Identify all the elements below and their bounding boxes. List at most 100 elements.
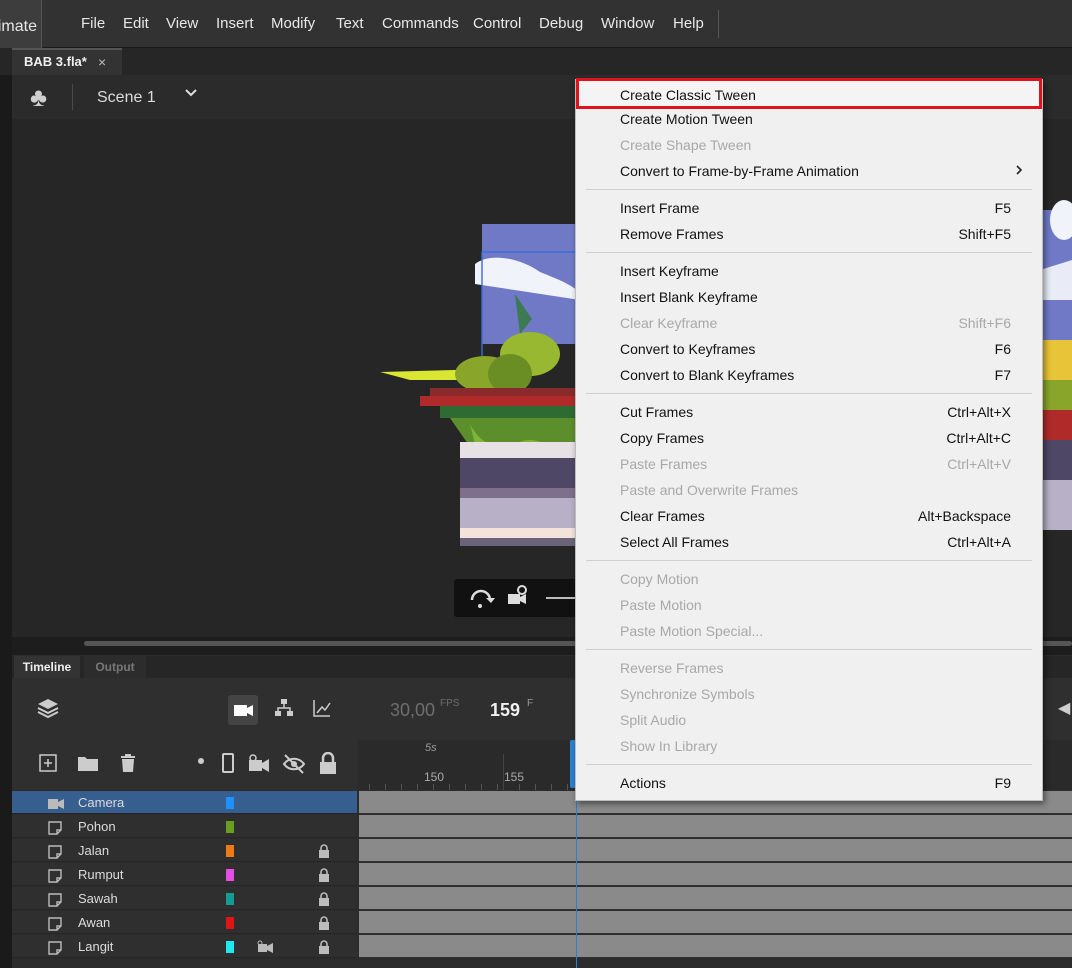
frame-span[interactable]	[359, 839, 1072, 862]
layers-icon[interactable]	[34, 696, 62, 724]
document-tab-bar	[0, 48, 1072, 75]
camera-tool-button[interactable]	[228, 695, 258, 725]
layer-row[interactable]: Langit	[12, 935, 357, 958]
menu-item-label: Copy Frames	[620, 430, 705, 446]
menu-item: Synchronize Symbols	[576, 681, 1042, 707]
menu-item[interactable]: Create Motion Tween	[576, 106, 1042, 132]
menu-item-label: Clear Frames	[620, 508, 705, 524]
lock-icon[interactable]	[318, 839, 330, 862]
layer-row[interactable]: Rumput	[12, 863, 357, 886]
menu-item[interactable]: Help	[673, 12, 704, 36]
menu-item[interactable]: Convert to Frame-by-Frame Animation	[576, 158, 1042, 184]
lock-icon[interactable]	[314, 751, 342, 780]
lock-icon[interactable]	[318, 887, 330, 910]
menu-item[interactable]: Convert to Keyframes F6	[576, 336, 1042, 362]
tab-timeline[interactable]: Timeline	[14, 656, 80, 678]
menu-item[interactable]: Copy Frames Ctrl+Alt+C	[576, 425, 1042, 451]
hide-icon[interactable]	[280, 752, 308, 780]
layer-row[interactable]: Camera	[12, 791, 357, 814]
menu-item[interactable]: Insert Blank Keyframe	[576, 284, 1042, 310]
trash-icon[interactable]	[114, 752, 142, 780]
menu-item[interactable]: Text	[336, 12, 364, 36]
fps-value[interactable]: 30,00	[390, 698, 435, 722]
new-layer-icon[interactable]	[34, 752, 62, 780]
folder-icon[interactable]	[74, 752, 102, 780]
graph-icon[interactable]	[308, 696, 336, 724]
menu-item[interactable]: Clear Frames Alt+Backspace	[576, 503, 1042, 529]
menu-item-label: Clear Keyframe	[620, 315, 718, 331]
current-frame-value[interactable]: 159	[490, 698, 520, 722]
menu-item[interactable]: Actions F9	[576, 770, 1042, 796]
layer-row[interactable]: Pohon	[12, 815, 357, 838]
layer-icon	[48, 935, 62, 958]
lock-icon[interactable]	[318, 935, 330, 958]
menu-item[interactable]: Control	[473, 12, 521, 36]
menu-item-label: Convert to Blank Keyframes	[620, 367, 795, 383]
menu-item[interactable]: Window	[601, 12, 654, 36]
menu-item[interactable]: Debug	[539, 12, 583, 36]
frame-span[interactable]	[359, 815, 1072, 838]
layer-color-swatch[interactable]	[226, 941, 234, 953]
menu-item[interactable]: Insert	[216, 12, 254, 36]
rotate-icon[interactable]	[468, 586, 496, 615]
menu-item-label: Create Motion Tween	[620, 111, 753, 127]
zoom-camera-icon[interactable]	[506, 584, 532, 615]
menu-item[interactable]: Convert to Blank Keyframes F7	[576, 362, 1042, 388]
layer-row[interactable]: Jalan	[12, 839, 357, 862]
stage-artwork-right	[1040, 190, 1072, 550]
layer-icon	[48, 887, 62, 910]
layer-icon	[48, 863, 62, 886]
chevron-down-icon[interactable]	[184, 84, 198, 108]
menu-item: Copy Motion	[576, 566, 1042, 592]
tab-output[interactable]: Output	[84, 656, 146, 678]
layer-color-swatch[interactable]	[226, 821, 234, 833]
camera-attach-icon[interactable]	[246, 752, 274, 780]
layer-name: Awan	[78, 915, 111, 930]
hierarchy-icon[interactable]	[270, 696, 298, 724]
camera-attach-icon[interactable]	[256, 935, 276, 958]
layer-color-swatch[interactable]	[226, 845, 234, 857]
menu-item-label: Select All Frames	[620, 534, 729, 550]
frame-view-icon[interactable]	[222, 753, 234, 773]
close-icon[interactable]: ×	[98, 50, 106, 74]
stage-artwork[interactable]	[380, 224, 580, 554]
layer-color-swatch[interactable]	[226, 893, 234, 905]
menu-item-shortcut: Shift+F5	[958, 226, 1011, 242]
menu-item-shortcut: Ctrl+Alt+V	[947, 456, 1011, 472]
frame-span[interactable]	[359, 935, 1072, 958]
ruler-number: 155	[504, 770, 525, 784]
menu-item[interactable]: Select All Frames Ctrl+Alt+A	[576, 529, 1042, 555]
dot-icon[interactable]	[198, 758, 204, 764]
menu-item[interactable]: File	[81, 12, 105, 36]
menu-item[interactable]: Insert Keyframe	[576, 258, 1042, 284]
menu-item[interactable]: Create Classic Tween	[576, 82, 1042, 108]
menu-item: Paste Motion	[576, 592, 1042, 618]
club-icon[interactable]: ♣	[30, 82, 47, 112]
layer-color-swatch[interactable]	[226, 917, 234, 929]
layer-row[interactable]: Sawah	[12, 887, 357, 910]
lock-icon[interactable]	[318, 911, 330, 934]
menu-item-label: Insert Keyframe	[620, 263, 719, 279]
layer-row[interactable]: Awan	[12, 911, 357, 934]
menu-item-label: Insert Blank Keyframe	[620, 289, 758, 305]
menu-item[interactable]: Edit	[123, 12, 149, 36]
menu-item[interactable]: Insert Frame F5	[576, 195, 1042, 221]
frame-span[interactable]	[359, 887, 1072, 910]
menu-item[interactable]: Remove Frames Shift+F5	[576, 221, 1042, 247]
menu-item-label: Copy Motion	[620, 571, 699, 587]
arrow-left-icon[interactable]: ◀	[1058, 698, 1070, 718]
menu-item-shortcut: Alt+Backspace	[918, 508, 1011, 524]
menu-item[interactable]: Commands	[382, 12, 459, 36]
lock-icon[interactable]	[318, 863, 330, 886]
frame-span[interactable]	[359, 863, 1072, 886]
menu-item[interactable]: Cut Frames Ctrl+Alt+X	[576, 399, 1042, 425]
menu-item[interactable]: Modify	[271, 12, 315, 36]
menu-separator	[586, 393, 1032, 394]
layer-color-swatch[interactable]	[226, 797, 234, 809]
scene-label[interactable]: Scene 1	[97, 87, 156, 109]
menu-item[interactable]: View	[166, 12, 198, 36]
menu-item-label: Create Shape Tween	[620, 137, 752, 153]
layer-color-swatch[interactable]	[226, 869, 234, 881]
frame-span[interactable]	[359, 911, 1072, 934]
document-tab[interactable]: BAB 3.fla* ×	[12, 48, 122, 75]
